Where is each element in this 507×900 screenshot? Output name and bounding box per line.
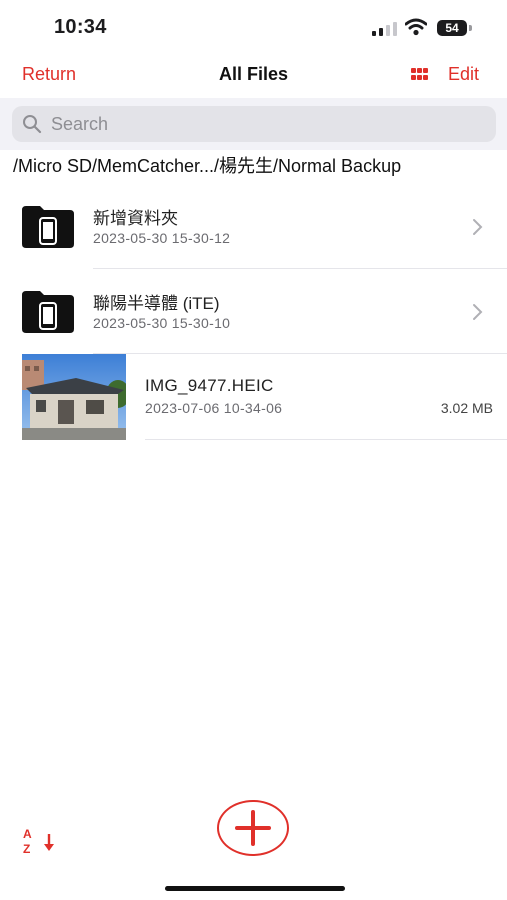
edit-button[interactable]: Edit bbox=[448, 64, 479, 85]
list-item[interactable]: IMG_9477.HEIC 2023-07-06 10-34-06 3.02 M… bbox=[0, 354, 507, 440]
home-indicator bbox=[165, 886, 345, 891]
item-name: 聯陽半導體 (iTE) bbox=[93, 294, 220, 313]
add-button[interactable] bbox=[217, 800, 289, 856]
divider bbox=[145, 439, 507, 440]
item-name: IMG_9477.HEIC bbox=[145, 376, 274, 395]
list-item[interactable]: 新增資料夾 2023-05-30 15-30-12 bbox=[0, 184, 507, 269]
item-size: 3.02 MB bbox=[440, 400, 493, 416]
return-button[interactable]: Return bbox=[22, 64, 76, 85]
item-date: 2023-07-06 10-34-06 bbox=[145, 400, 283, 416]
breadcrumb: /Micro SD/MemCatcher.../楊先生/Normal Backu… bbox=[13, 156, 402, 176]
navigation-bar: All Files Return Edit bbox=[0, 56, 507, 96]
chevron-right-icon bbox=[473, 219, 483, 235]
search-icon bbox=[23, 115, 42, 134]
status-time: 10:34 bbox=[54, 16, 107, 38]
search-placeholder: Search bbox=[51, 114, 109, 134]
chevron-right-icon bbox=[473, 304, 483, 320]
folder-icon bbox=[22, 206, 74, 248]
svg-text:Z: Z bbox=[23, 842, 30, 856]
search-bar: Search bbox=[0, 98, 507, 150]
battery-cap bbox=[469, 25, 472, 31]
status-bar: 10:34 54 bbox=[0, 0, 507, 56]
folder-icon bbox=[22, 291, 74, 333]
svg-text:A: A bbox=[23, 827, 32, 841]
battery-icon: 54 bbox=[437, 20, 467, 36]
item-date: 2023-05-30 15-30-10 bbox=[93, 315, 231, 331]
cellular-signal-icon bbox=[372, 22, 398, 36]
image-thumbnail bbox=[22, 354, 126, 440]
list-item[interactable]: 聯陽半導體 (iTE) 2023-05-30 15-30-10 bbox=[0, 269, 507, 354]
plus-icon bbox=[235, 810, 271, 846]
item-date: 2023-05-30 15-30-12 bbox=[93, 230, 231, 246]
wifi-icon bbox=[405, 18, 427, 36]
grid-icon[interactable] bbox=[411, 68, 429, 82]
search-input[interactable]: Search bbox=[12, 106, 496, 142]
page-title: All Files bbox=[218, 64, 289, 84]
item-name: 新增資料夾 bbox=[93, 209, 178, 228]
sort-az-icon[interactable]: A Z bbox=[22, 826, 58, 856]
